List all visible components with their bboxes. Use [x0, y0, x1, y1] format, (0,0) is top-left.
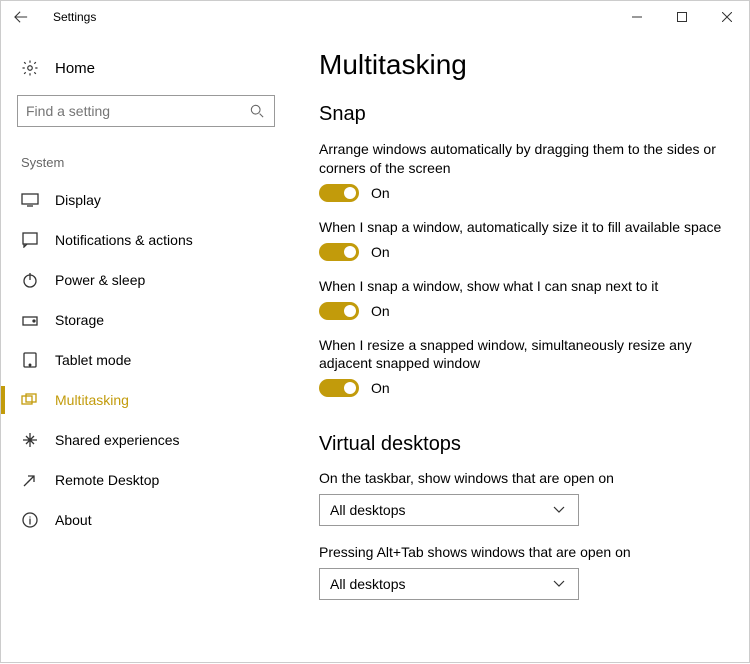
- gear-icon: [21, 59, 39, 77]
- remote-icon: [21, 471, 39, 489]
- tablet-icon: [21, 351, 39, 369]
- vd-alttab-label: Pressing Alt+Tab shows windows that are …: [319, 544, 725, 560]
- toggle-state: On: [371, 185, 390, 201]
- vd-alttab-select[interactable]: All desktops: [319, 568, 579, 600]
- search-icon: [248, 102, 266, 120]
- sidebar-item-label: Notifications & actions: [55, 232, 193, 248]
- toggle-state: On: [371, 303, 390, 319]
- toggle-state: On: [371, 380, 390, 396]
- sidebar-item-label: Shared experiences: [55, 432, 180, 448]
- display-icon: [21, 191, 39, 209]
- sidebar-item-power[interactable]: Power & sleep: [1, 260, 275, 300]
- content: Multitasking Snap Arrange windows automa…: [291, 33, 749, 664]
- sidebar-item-label: About: [55, 512, 92, 528]
- window-title: Settings: [53, 10, 96, 24]
- setting-snap-arrange: Arrange windows automatically by draggin…: [319, 140, 725, 202]
- setting-snap-suggest: When I snap a window, show what I can sn…: [319, 277, 725, 320]
- select-value: All desktops: [330, 502, 405, 518]
- shared-icon: [21, 431, 39, 449]
- select-value: All desktops: [330, 576, 405, 592]
- sidebar: Home System Display Notifications & acti…: [1, 33, 291, 664]
- setting-snap-resize: When I resize a snapped window, simultan…: [319, 336, 725, 398]
- sidebar-item-about[interactable]: About: [1, 500, 275, 540]
- sidebar-home[interactable]: Home: [17, 53, 275, 95]
- sidebar-item-label: Display: [55, 192, 101, 208]
- sidebar-item-multitasking[interactable]: Multitasking: [1, 380, 275, 420]
- sidebar-item-shared[interactable]: Shared experiences: [1, 420, 275, 460]
- sidebar-item-label: Tablet mode: [55, 352, 131, 368]
- sidebar-item-storage[interactable]: Storage: [1, 300, 275, 340]
- setting-desc: When I snap a window, automatically size…: [319, 218, 725, 237]
- toggle-switch[interactable]: [319, 302, 359, 320]
- sidebar-item-display[interactable]: Display: [1, 180, 275, 220]
- search-field[interactable]: [26, 103, 248, 119]
- sidebar-item-label: Multitasking: [55, 392, 129, 408]
- vd-taskbar-label: On the taskbar, show windows that are op…: [319, 470, 725, 486]
- sidebar-item-notifications[interactable]: Notifications & actions: [1, 220, 275, 260]
- toggle-state: On: [371, 244, 390, 260]
- setting-desc: When I resize a snapped window, simultan…: [319, 336, 725, 374]
- setting-desc: When I snap a window, show what I can sn…: [319, 277, 725, 296]
- sidebar-home-label: Home: [55, 60, 95, 77]
- sidebar-item-label: Remote Desktop: [55, 472, 159, 488]
- sidebar-item-label: Power & sleep: [55, 272, 145, 288]
- section-snap-heading: Snap: [319, 103, 725, 126]
- setting-desc: Arrange windows automatically by draggin…: [319, 140, 725, 178]
- back-icon[interactable]: [9, 8, 33, 26]
- chevron-down-icon: [550, 501, 568, 519]
- sidebar-item-remote[interactable]: Remote Desktop: [1, 460, 275, 500]
- toggle-switch[interactable]: [319, 379, 359, 397]
- storage-icon: [21, 311, 39, 329]
- section-vd-heading: Virtual desktops: [319, 433, 725, 456]
- sidebar-item-label: Storage: [55, 312, 104, 328]
- minimize-button[interactable]: [614, 1, 659, 33]
- toggle-switch[interactable]: [319, 243, 359, 261]
- page-title: Multitasking: [319, 49, 725, 81]
- multitasking-icon: [21, 391, 39, 409]
- search-input[interactable]: [17, 95, 275, 127]
- power-icon: [21, 271, 39, 289]
- setting-snap-fill: When I snap a window, automatically size…: [319, 218, 725, 261]
- about-icon: [21, 511, 39, 529]
- maximize-button[interactable]: [659, 1, 704, 33]
- toggle-switch[interactable]: [319, 184, 359, 202]
- sidebar-group-header: System: [17, 155, 275, 170]
- titlebar: Settings: [1, 1, 749, 33]
- notifications-icon: [21, 231, 39, 249]
- sidebar-item-tablet[interactable]: Tablet mode: [1, 340, 275, 380]
- vd-taskbar-select[interactable]: All desktops: [319, 494, 579, 526]
- close-button[interactable]: [704, 1, 749, 33]
- chevron-down-icon: [550, 575, 568, 593]
